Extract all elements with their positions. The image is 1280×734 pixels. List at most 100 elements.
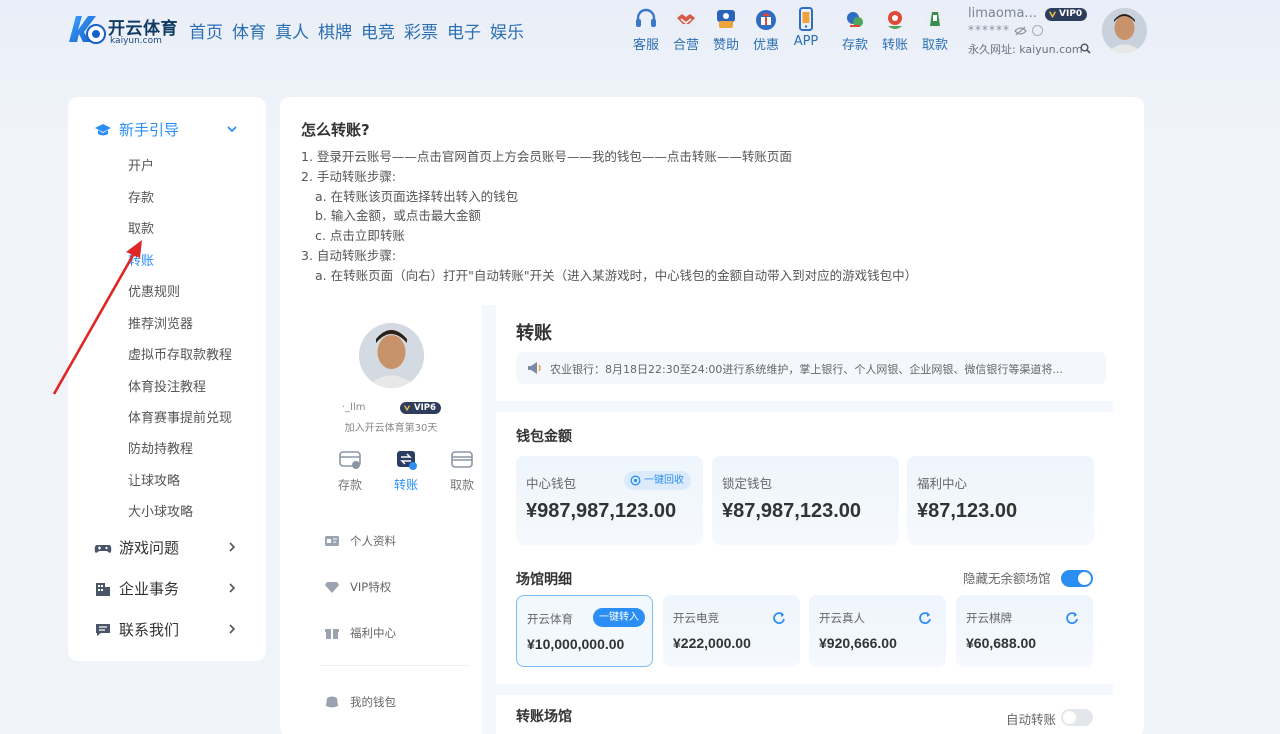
step-line: b. 输入金额，或点击最大金额 bbox=[315, 208, 481, 224]
recall-all-label: 一键回收 bbox=[644, 475, 684, 486]
nav-sports[interactable]: 体育 bbox=[230, 18, 268, 43]
building-icon bbox=[96, 582, 110, 596]
quick-deposit[interactable]: 存款 bbox=[835, 6, 875, 53]
gift-box-icon bbox=[325, 629, 339, 639]
auto-transfer-toggle[interactable] bbox=[1061, 709, 1093, 726]
recall-all-button[interactable]: 一键回收 bbox=[624, 471, 691, 490]
sidebar-item-withdraw[interactable]: 取款 bbox=[128, 218, 154, 237]
profile-menu-personal[interactable]: 个人资料 bbox=[324, 533, 396, 549]
quick-deposit-label: 存款 bbox=[841, 38, 868, 53]
profile-menu-vip-label: VIP特权 bbox=[350, 580, 392, 594]
annotation-arrow-icon bbox=[52, 240, 142, 395]
search-icon[interactable] bbox=[1080, 43, 1091, 54]
logo-mark-icon bbox=[69, 16, 106, 44]
refresh-icon[interactable] bbox=[771, 610, 787, 626]
venue-amount: ¥60,688.00 bbox=[966, 635, 1037, 651]
hide-empty-label: 隐藏无余额场馆 bbox=[963, 571, 1051, 586]
nav-esports[interactable]: 电竞 bbox=[359, 18, 397, 43]
venue-name: 开云棋牌 bbox=[966, 611, 1012, 625]
nav-live[interactable]: 真人 bbox=[273, 18, 311, 43]
venue-card-esports[interactable]: 开云电竞 ¥222,000.00 bbox=[663, 595, 800, 667]
transfer-icon bbox=[885, 9, 905, 29]
sidebar-item-anti-hijack[interactable]: 防劫持教程 bbox=[128, 438, 193, 457]
transfer-in-button[interactable]: 一键转入 bbox=[593, 608, 645, 627]
quick-app-label: APP bbox=[793, 34, 819, 49]
sidebar-item-deposit[interactable]: 存款 bbox=[128, 187, 154, 206]
maintenance-notice[interactable]: 农业银行：8月18日22:30至24:00进行系统维护，掌上银行、个人网银、企业… bbox=[516, 352, 1106, 384]
profile-transfer-button[interactable]: 转账 bbox=[378, 449, 434, 493]
quick-partner[interactable]: 合营 bbox=[666, 6, 706, 53]
nav-slots[interactable]: 电子 bbox=[445, 18, 483, 43]
nav-chess[interactable]: 棋牌 bbox=[316, 18, 354, 43]
profile-menu-welfare[interactable]: 福利中心 bbox=[324, 625, 396, 641]
profile-avatar bbox=[359, 323, 424, 388]
auto-transfer-label: 自动转账 bbox=[1006, 712, 1057, 727]
profile-vip-badge: VIP6 bbox=[400, 402, 441, 414]
sidebar-item-over-under[interactable]: 大小球攻略 bbox=[128, 501, 193, 520]
diamond-icon bbox=[325, 582, 339, 593]
quick-service[interactable]: 客服 bbox=[626, 6, 666, 53]
sidebar-item-handicap[interactable]: 让球攻略 bbox=[128, 470, 180, 489]
example-profile-card: ·_llm VIP6 加入开云体育第30天 存款 转账 取款 个人资料 VIP特… bbox=[300, 303, 482, 734]
profile-menu-vip[interactable]: VIP特权 bbox=[324, 579, 391, 595]
gamepad-icon bbox=[94, 544, 112, 553]
avatar-photo-icon bbox=[359, 323, 424, 388]
user-name[interactable]: limaoma... bbox=[968, 6, 1037, 21]
gift-icon bbox=[756, 10, 776, 30]
chevron-right-icon[interactable] bbox=[226, 541, 238, 553]
refresh-icon[interactable] bbox=[1032, 25, 1043, 36]
quick-app[interactable]: APP bbox=[786, 6, 826, 53]
quick-withdraw-label: 取款 bbox=[921, 38, 948, 53]
step-line: a. 在转账页面（向右）打开"自动转账"开关（进入某游戏时，中心钱包的金额自动带… bbox=[315, 267, 918, 283]
wallet-center: 中心钱包 一键回收 ¥987,987,123.00 bbox=[516, 456, 703, 545]
chat-icon bbox=[96, 623, 110, 636]
profile-menu-wallet[interactable]: 我的钱包 bbox=[324, 694, 396, 710]
hide-empty-toggle[interactable] bbox=[1061, 570, 1093, 587]
quick-transfer[interactable]: 转账 bbox=[875, 6, 915, 53]
deposit-card-icon bbox=[339, 451, 361, 469]
step-line: 2. 手动转账步骤: bbox=[301, 168, 397, 184]
sidebar-section-game[interactable]: 游戏问题 bbox=[94, 537, 179, 558]
phone-icon bbox=[799, 7, 813, 31]
sidebar-section-contact[interactable]: 联系我们 bbox=[94, 619, 179, 640]
example-transfer-panel: 转账 农业银行：8月18日22:30至24:00进行系统维护，掌上银行、个人网银… bbox=[482, 305, 1113, 734]
maintenance-notice-text: 农业银行：8月18日22:30至24:00进行系统维护，掌上银行、个人网银、企业… bbox=[550, 363, 1063, 376]
chevron-right-icon[interactable] bbox=[226, 623, 238, 635]
quick-sponsor[interactable]: 赞助 bbox=[706, 6, 746, 53]
chevron-right-icon[interactable] bbox=[226, 582, 238, 594]
profile-deposit-button[interactable]: 存款 bbox=[322, 449, 378, 493]
profile-join-days: 加入开云体育第30天 bbox=[344, 423, 438, 434]
avatar-photo-icon bbox=[1102, 8, 1147, 53]
brand-logo[interactable]: 开云体育 kaiyun.com bbox=[66, 12, 178, 46]
wallet-locked-name: 锁定钱包 bbox=[722, 476, 773, 491]
wallet-welfare: 福利中心 ¥87,123.00 bbox=[907, 456, 1094, 545]
venue-card-sports[interactable]: 开云体育 一键转入 ¥10,000,000.00 bbox=[516, 595, 653, 667]
withdraw-icon bbox=[925, 9, 945, 29]
sidebar-section-business[interactable]: 企业事务 bbox=[94, 578, 179, 599]
eye-hidden-icon[interactable] bbox=[1014, 26, 1027, 36]
quick-promo[interactable]: 优惠 bbox=[746, 6, 786, 53]
refresh-icon[interactable] bbox=[1064, 610, 1080, 626]
nav-entertainment[interactable]: 娱乐 bbox=[488, 18, 526, 43]
transfer-card-icon bbox=[397, 451, 417, 470]
wallet-center-amount: ¥987,987,123.00 bbox=[526, 500, 677, 522]
headset-icon bbox=[636, 8, 656, 27]
recall-icon bbox=[630, 475, 641, 486]
quick-withdraw[interactable]: 取款 bbox=[915, 6, 955, 53]
sidebar-section-guide[interactable]: 新手引导 bbox=[94, 119, 179, 140]
header-avatar[interactable] bbox=[1102, 8, 1147, 53]
user-balance-masked: ****** bbox=[968, 23, 1010, 37]
venue-card-chess[interactable]: 开云棋牌 ¥60,688.00 bbox=[956, 595, 1093, 667]
nav-home[interactable]: 首页 bbox=[187, 18, 225, 43]
chevron-down-icon[interactable] bbox=[226, 123, 238, 135]
article-title: 怎么转账? bbox=[301, 121, 370, 139]
venue-amount: ¥222,000.00 bbox=[673, 635, 751, 651]
venue-card-live[interactable]: 开云真人 ¥920,666.00 bbox=[809, 595, 946, 667]
sidebar-item-cashout[interactable]: 体育赛事提前兑现 bbox=[128, 407, 232, 426]
user-vip-level: VIP0 bbox=[1059, 9, 1083, 19]
wallet-section-title: 钱包金额 bbox=[516, 429, 572, 445]
sidebar-item-open-account[interactable]: 开户 bbox=[128, 155, 154, 174]
nav-lottery[interactable]: 彩票 bbox=[402, 18, 440, 43]
venue-name: 开云真人 bbox=[819, 611, 865, 625]
refresh-icon[interactable] bbox=[917, 610, 933, 626]
